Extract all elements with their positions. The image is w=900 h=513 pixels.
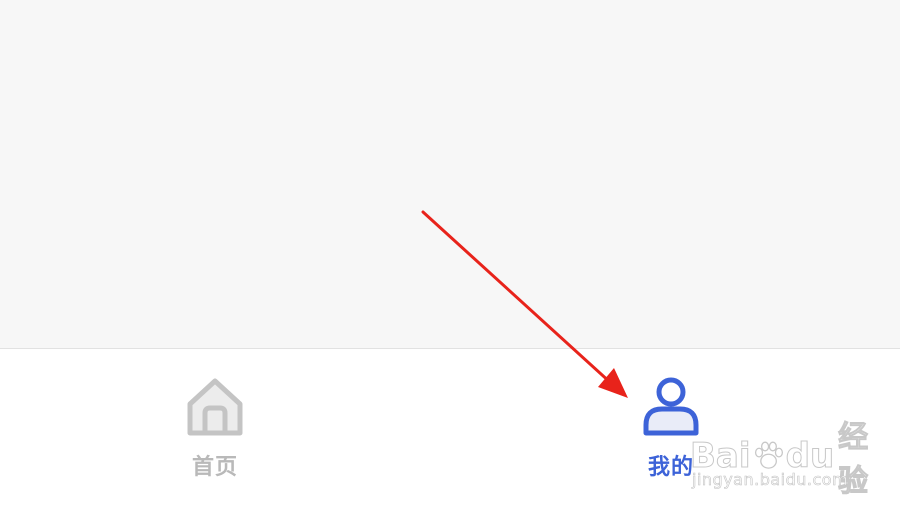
tab-home-label: 首页	[191, 455, 238, 480]
content-area	[0, 0, 900, 348]
bottom-tab-bar: 首页 我的	[0, 348, 900, 513]
tab-home[interactable]: 首页	[155, 375, 275, 485]
user-icon	[643, 377, 699, 436]
tab-mine[interactable]: 我的	[611, 375, 731, 485]
home-icon	[187, 378, 243, 436]
app-screen: 首页 我的 Bai du 经验 jingyan.baidu.com	[0, 0, 900, 513]
tab-mine-label: 我的	[647, 455, 694, 480]
